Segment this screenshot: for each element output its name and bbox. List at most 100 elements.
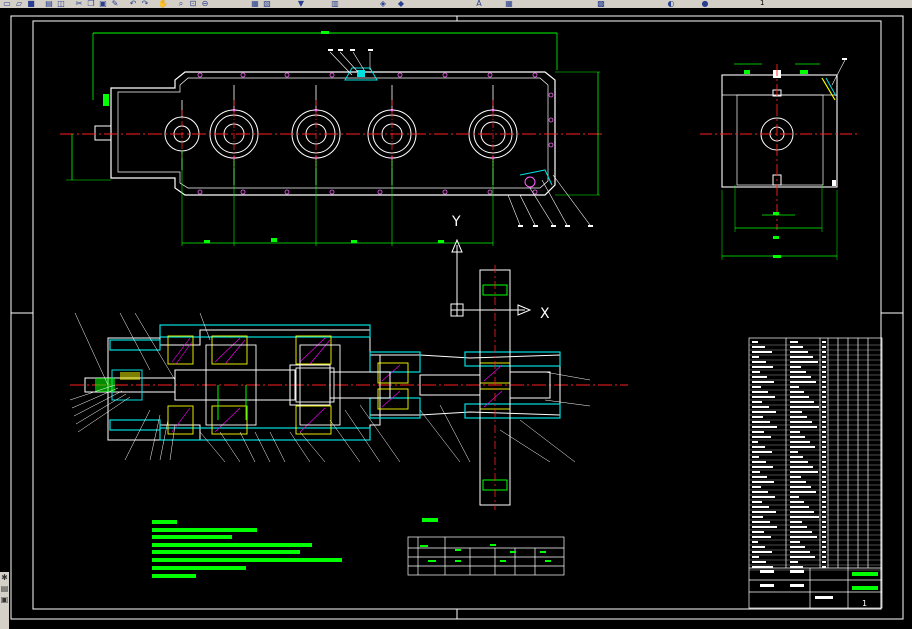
gear-parameter-table	[407, 536, 565, 576]
pan-icon[interactable]: ✋	[158, 0, 168, 8]
sheet-number: 1	[862, 599, 867, 608]
parts-row-text	[790, 461, 808, 463]
parts-row-text	[822, 526, 826, 528]
parts-row-text	[790, 501, 804, 503]
parts-row-text	[822, 546, 826, 548]
parts-row-text	[790, 491, 816, 493]
parts-row-text	[752, 471, 760, 473]
zoom-window-icon[interactable]: ⊡	[188, 0, 198, 8]
parts-row-text	[752, 421, 770, 423]
undo-icon[interactable]: ↶	[128, 0, 138, 8]
grid-icon[interactable]: ▩	[596, 0, 606, 8]
parts-row-text	[752, 536, 771, 538]
parts-row-text	[790, 506, 809, 508]
parts-row-text	[752, 371, 760, 373]
layer-icon[interactable]: ◈	[378, 0, 388, 8]
parts-row-text	[790, 381, 816, 383]
color-icon[interactable]: ◆	[396, 0, 406, 8]
parts-row-text	[822, 561, 826, 563]
ucs-x-label: X	[540, 306, 550, 322]
parts-row-text	[752, 546, 765, 548]
parts-row-text	[790, 536, 817, 538]
parts-row-text	[822, 556, 826, 558]
cut-icon[interactable]: ✂	[74, 0, 84, 8]
parts-row-text	[790, 531, 812, 533]
parts-row-text	[790, 521, 802, 523]
drawing-canvas[interactable]: Y X 1	[0, 8, 912, 629]
layer-icon[interactable]: ▤	[0, 583, 9, 594]
parts-row-text	[822, 496, 826, 498]
parts-row-text	[822, 536, 826, 538]
properties-icon[interactable]: ✱	[0, 572, 9, 583]
parts-row-text	[790, 511, 814, 513]
parts-row-text	[822, 466, 826, 468]
dimension-icon[interactable]: A	[474, 0, 484, 8]
parts-row-text	[822, 506, 826, 508]
parts-row-text	[790, 386, 799, 388]
zoom-realtime-icon[interactable]: ⌕	[176, 0, 186, 8]
parts-row-text	[752, 526, 777, 528]
parts-row-text	[752, 401, 762, 403]
parts-row-text	[822, 461, 826, 463]
matchprop-icon[interactable]: ✎	[110, 0, 120, 8]
parts-row-text	[790, 341, 798, 343]
parts-row-text	[790, 456, 803, 458]
parts-row-text	[822, 476, 826, 478]
parts-row-text	[822, 431, 826, 433]
top-view	[60, 31, 605, 246]
parts-row-text	[790, 406, 819, 408]
parts-row-text	[790, 356, 813, 358]
parts-row-text	[790, 481, 806, 483]
copy-icon[interactable]: ❐	[86, 0, 96, 8]
toolpalette-icon[interactable]: ▼	[296, 0, 306, 8]
parts-row-text	[752, 486, 761, 488]
parts-row-text	[822, 456, 826, 458]
preview-icon[interactable]: ◫	[56, 0, 66, 8]
parts-row-text	[822, 446, 826, 448]
lightbulb-icon[interactable]: ●	[700, 0, 710, 8]
parts-row-text	[790, 351, 808, 353]
parts-row-text	[822, 361, 826, 363]
parts-row-text	[822, 406, 826, 408]
parts-row-text	[752, 361, 766, 363]
parts-row-text	[822, 396, 826, 398]
parts-row-text	[752, 451, 772, 453]
parts-row-text	[790, 426, 817, 428]
parts-row-text	[752, 386, 761, 388]
tool-icon[interactable]: ▣	[0, 594, 9, 605]
parts-row-text	[752, 346, 765, 348]
parts-row-text	[822, 421, 826, 423]
parts-row-text	[822, 511, 826, 513]
parts-row-text	[790, 431, 800, 433]
parts-row-text	[790, 361, 818, 363]
parts-row-text	[790, 556, 815, 558]
parts-row-text	[752, 511, 776, 513]
ucs-y-label: Y	[451, 214, 461, 230]
zoom-previous-icon[interactable]: ⊖	[200, 0, 210, 8]
parts-list-rows	[749, 341, 882, 571]
parts-row-text	[822, 416, 826, 418]
parts-row-text	[822, 521, 826, 523]
layer-value[interactable]: 1	[760, 0, 764, 7]
open-icon[interactable]: ▱	[14, 0, 24, 8]
linetype-icon[interactable]: ◐	[666, 0, 676, 8]
print-icon[interactable]: ▤	[44, 0, 54, 8]
calculator-icon[interactable]: ▥	[330, 0, 340, 8]
parts-row-text	[790, 391, 804, 393]
parts-row-text	[752, 441, 758, 443]
parts-row-text	[822, 471, 826, 473]
parts-row-text	[790, 416, 807, 418]
parts-row-text	[752, 381, 774, 383]
new-icon[interactable]: ▭	[2, 0, 12, 8]
redo-icon[interactable]: ↷	[140, 0, 150, 8]
parts-row-text	[822, 411, 826, 413]
parts-row-text	[790, 446, 815, 448]
parts-row-text	[790, 541, 800, 543]
parts-row-text	[752, 356, 759, 358]
parts-row-text	[822, 436, 826, 438]
save-icon[interactable]: ■	[26, 0, 36, 8]
table-icon[interactable]: ▦	[504, 0, 514, 8]
properties-icon[interactable]: ▦	[250, 0, 260, 8]
paste-icon[interactable]: ▣	[98, 0, 108, 8]
designcenter-icon[interactable]: ▧	[262, 0, 272, 8]
